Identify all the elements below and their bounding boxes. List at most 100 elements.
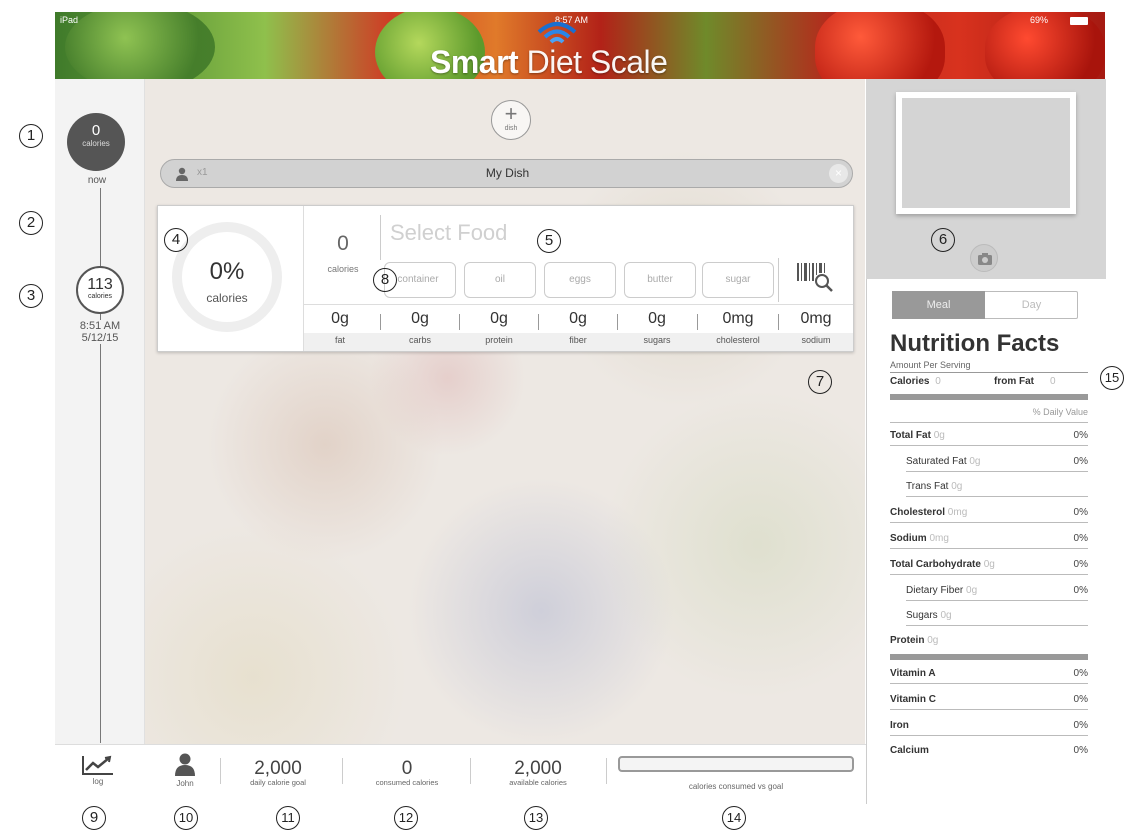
dish-calories-label: calories (327, 264, 359, 274)
nf-pct: 0% (1073, 694, 1088, 705)
nutrient-sep (380, 314, 381, 330)
nf-label: Trans Fat (906, 481, 949, 492)
available-label: available calories (509, 778, 567, 787)
nutrient-protein-label: protein (485, 335, 513, 345)
food-chip-oil[interactable]: oil (464, 262, 536, 298)
goal-value: 2,000 (254, 758, 302, 779)
chips-divider (778, 258, 779, 302)
nf-trans-fat: Trans Fat 0g (906, 477, 1088, 497)
app-logo: Smart Diet Scale (430, 44, 668, 79)
nf-iron: Iron 0% (890, 716, 1088, 736)
entry-date: 5/12/15 (81, 332, 119, 344)
tab-day[interactable]: Day (985, 291, 1078, 319)
dish-name[interactable]: My Dish (161, 166, 854, 180)
nutrient-sodium-label: sodium (801, 335, 831, 345)
bottom-sep (470, 758, 471, 784)
camera-button[interactable] (970, 244, 998, 272)
nutrient-sugars-label: sugars (643, 335, 671, 345)
callout-11: 11 (276, 806, 300, 830)
nf-pct: 0% (1073, 720, 1088, 731)
nutrient-sodium-value: 0mg (800, 310, 832, 327)
consumed-label: consumed calories (375, 778, 439, 787)
available-value: 2,000 (514, 758, 562, 779)
battery-icon (1070, 17, 1088, 25)
callout-5: 5 (537, 229, 561, 253)
callout-6: 6 (931, 228, 955, 252)
nutrient-protein-value: 0g (490, 310, 508, 327)
callout-1: 1 (19, 124, 43, 148)
consumed-calories: 0 consumed calories (352, 758, 462, 787)
nf-sugars: Sugars 0g (906, 606, 1088, 626)
callout-10: 10 (174, 806, 198, 830)
now-calories-unit: calories (82, 139, 110, 148)
callout-9: 9 (82, 806, 106, 830)
nutrient-carbs-label: carbs (408, 335, 431, 345)
amount-per-serving: Amount Per Serving (890, 360, 971, 370)
nf-pct: 0% (1073, 585, 1088, 596)
nf-label: Calcium (890, 745, 929, 756)
now-calories-bubble[interactable]: 0 calories (67, 113, 125, 171)
nf-label: Saturated Fat (906, 456, 967, 467)
nf-label: Iron (890, 720, 909, 731)
callout-8: 8 (373, 268, 397, 292)
nf-calcium: Calcium 0% (890, 741, 1088, 761)
clear-dish-icon[interactable]: × (829, 164, 848, 183)
progress-label: calories consumed vs goal (688, 782, 784, 791)
nutrient-cholesterol-value: 0mg (722, 310, 754, 327)
nf-thick-divider (890, 394, 1088, 400)
nutrient-sep (778, 314, 779, 330)
nf-label: Dietary Fiber (906, 585, 964, 596)
nutrient-fiber-value: 0g (569, 310, 587, 327)
calories-label: Calories (890, 376, 930, 387)
barcode-scan-icon[interactable] (794, 261, 834, 293)
tab-meal[interactable]: Meal (892, 291, 985, 319)
nf-label: Sodium (890, 533, 927, 544)
nf-total-fat: Total Fat 0g 0% (890, 426, 1088, 446)
nf-pct: 0% (1073, 456, 1088, 467)
nf-total-carbohydrate: Total Carbohydrate 0g 0% (890, 555, 1088, 575)
meal-entry-bubble[interactable]: 113 calories (76, 266, 124, 314)
bottom-sep (342, 758, 343, 784)
nf-label: Sugars (906, 610, 938, 621)
nf-amount: 0mg (929, 533, 949, 544)
chart-trend-icon (82, 755, 113, 775)
nf-dietary-fiber: Dietary Fiber 0g 0% (906, 581, 1088, 601)
nutrient-sep (538, 314, 539, 330)
nf-label: Protein (890, 635, 925, 646)
daily-calorie-goal[interactable]: 2,000 daily calorie goal (228, 758, 328, 787)
callout-13: 13 (524, 806, 548, 830)
callout-7: 7 (808, 370, 832, 394)
nf-label: Vitamin C (890, 694, 936, 705)
user-name: John (176, 779, 194, 788)
camera-icon (978, 253, 992, 265)
from-fat-value: 0 (1050, 376, 1056, 387)
food-chip-eggs[interactable]: eggs (544, 262, 616, 298)
select-food-input[interactable]: Select Food (390, 220, 507, 246)
consumed-value: 0 (401, 758, 413, 779)
food-chip-sugar[interactable]: sugar (702, 262, 774, 298)
nf-sodium: Sodium 0mg 0% (890, 529, 1088, 549)
nf-vitamin-c: Vitamin C 0% (890, 690, 1088, 710)
nf-label: Total Fat (890, 430, 931, 441)
nutrition-facts-title: Nutrition Facts (890, 330, 1060, 357)
device-label: iPad (60, 15, 79, 25)
log-button[interactable]: log (78, 754, 118, 786)
user-profile-button[interactable]: John (165, 752, 205, 788)
nf-amount: 0mg (947, 507, 968, 518)
nutrient-sep (697, 314, 698, 330)
add-dish-button[interactable]: + dish (491, 100, 531, 140)
callout-4: 4 (164, 228, 188, 252)
wifi-logo-icon (537, 22, 577, 44)
callout-2: 2 (19, 211, 43, 235)
nutrient-sep (617, 314, 618, 330)
entry-calories-unit: calories (87, 293, 113, 300)
food-photo-frame[interactable] (896, 92, 1076, 214)
nf-pct: 0% (1073, 559, 1088, 570)
food-chip-butter[interactable]: butter (624, 262, 696, 298)
entry-time: 8:51 AM (79, 320, 121, 332)
nf-cholesterol: Cholesterol 0mg 0% (890, 503, 1088, 523)
entry-calories-value: 113 (87, 276, 113, 293)
calorie-progress-bar (618, 756, 854, 772)
dish-name-bar[interactable]: x1 My Dish × (160, 159, 853, 188)
nf-divider (890, 372, 1088, 373)
